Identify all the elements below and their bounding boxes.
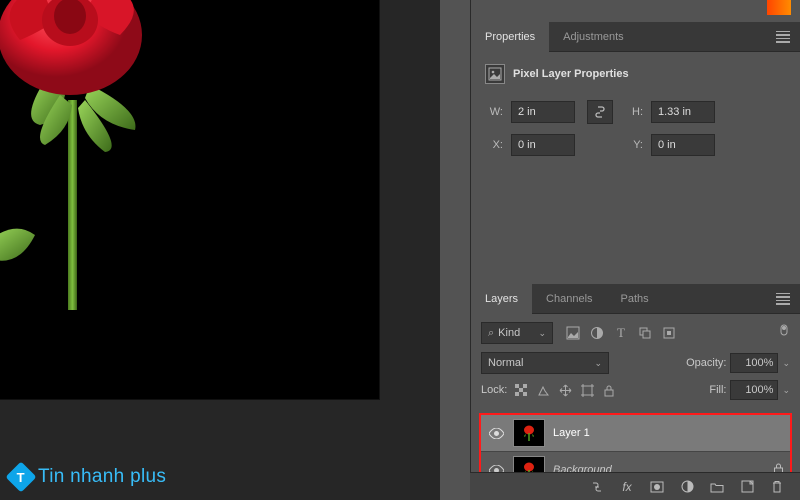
artboard[interactable] bbox=[0, 0, 380, 400]
filter-smart-icon[interactable] bbox=[661, 325, 677, 341]
layers-controls: ⌕ Kind ⌄ T Normal ⌄ Opacity: ⌄ bbox=[471, 314, 800, 408]
link-layers-icon[interactable] bbox=[588, 478, 606, 496]
layer-thumbnail[interactable] bbox=[513, 419, 545, 447]
rose-image bbox=[0, 0, 190, 310]
chevron-down-icon: ⌄ bbox=[538, 328, 546, 339]
new-layer-icon[interactable] bbox=[738, 478, 756, 496]
right-panel: Properties Adjustments Pixel Layer Prope… bbox=[470, 0, 800, 500]
chevron-down-icon[interactable]: ⌄ bbox=[782, 358, 790, 369]
lock-transparent-icon[interactable] bbox=[513, 382, 529, 398]
link-dimensions-button[interactable] bbox=[587, 100, 613, 124]
lock-position-icon[interactable] bbox=[557, 382, 573, 398]
properties-body: Pixel Layer Properties W: H: X: Y: bbox=[471, 52, 800, 284]
height-input[interactable] bbox=[651, 101, 715, 123]
chevron-down-icon[interactable]: ⌄ bbox=[782, 385, 790, 396]
y-input[interactable] bbox=[651, 134, 715, 156]
search-icon: ⌕ bbox=[488, 327, 494, 340]
width-input[interactable] bbox=[511, 101, 575, 123]
panel-menu-icon[interactable] bbox=[776, 31, 790, 43]
x-input[interactable] bbox=[511, 134, 575, 156]
kind-filter-select[interactable]: ⌕ Kind ⌄ bbox=[481, 322, 553, 344]
color-swatch[interactable] bbox=[767, 0, 791, 15]
canvas-area: T Tin nhanh plus bbox=[0, 0, 440, 500]
watermark-text: Tin nhanh plus bbox=[38, 466, 166, 488]
lock-label: Lock: bbox=[481, 384, 507, 396]
tab-adjustments[interactable]: Adjustments bbox=[549, 22, 638, 52]
layers-menu-icon[interactable] bbox=[776, 293, 790, 305]
watermark: T Tin nhanh plus bbox=[10, 466, 166, 488]
mask-icon[interactable] bbox=[648, 478, 666, 496]
fill-input[interactable] bbox=[730, 380, 778, 400]
filter-adjustment-icon[interactable] bbox=[589, 325, 605, 341]
filter-shape-icon[interactable] bbox=[637, 325, 653, 341]
properties-title: Pixel Layer Properties bbox=[513, 68, 629, 80]
fill-label: Fill: bbox=[709, 384, 726, 396]
lock-pixels-icon[interactable] bbox=[535, 382, 551, 398]
fx-icon[interactable]: fx bbox=[618, 478, 636, 496]
trash-icon[interactable] bbox=[768, 478, 786, 496]
tab-paths[interactable]: Paths bbox=[607, 284, 663, 314]
lock-all-icon[interactable] bbox=[601, 382, 617, 398]
filter-pixel-icon[interactable] bbox=[565, 325, 581, 341]
tab-channels[interactable]: Channels bbox=[532, 284, 606, 314]
tab-properties[interactable]: Properties bbox=[471, 22, 549, 52]
opacity-input[interactable] bbox=[730, 353, 778, 373]
filter-type-icon[interactable]: T bbox=[613, 325, 629, 341]
layer-row[interactable]: Layer 1 bbox=[481, 415, 790, 452]
opacity-label: Opacity: bbox=[686, 357, 726, 369]
lock-artboard-icon[interactable] bbox=[579, 382, 595, 398]
filter-toggle-icon[interactable] bbox=[778, 324, 790, 343]
chevron-down-icon: ⌄ bbox=[594, 358, 602, 369]
layers-tabs: Layers Channels Paths bbox=[471, 284, 800, 314]
height-label: H: bbox=[625, 106, 643, 118]
width-label: W: bbox=[485, 106, 503, 118]
watermark-logo: T bbox=[5, 461, 36, 492]
blend-mode-select[interactable]: Normal ⌄ bbox=[481, 352, 609, 374]
layers-footer: fx bbox=[470, 472, 800, 500]
x-label: X: bbox=[485, 139, 503, 151]
properties-tabs: Properties Adjustments bbox=[471, 22, 800, 52]
pixel-layer-icon bbox=[485, 64, 505, 84]
visibility-toggle-icon[interactable] bbox=[487, 428, 505, 439]
layer-name[interactable]: Layer 1 bbox=[553, 427, 784, 439]
group-icon[interactable] bbox=[708, 478, 726, 496]
y-label: Y: bbox=[625, 139, 643, 151]
tab-layers[interactable]: Layers bbox=[471, 284, 532, 314]
adjustment-layer-icon[interactable] bbox=[678, 478, 696, 496]
